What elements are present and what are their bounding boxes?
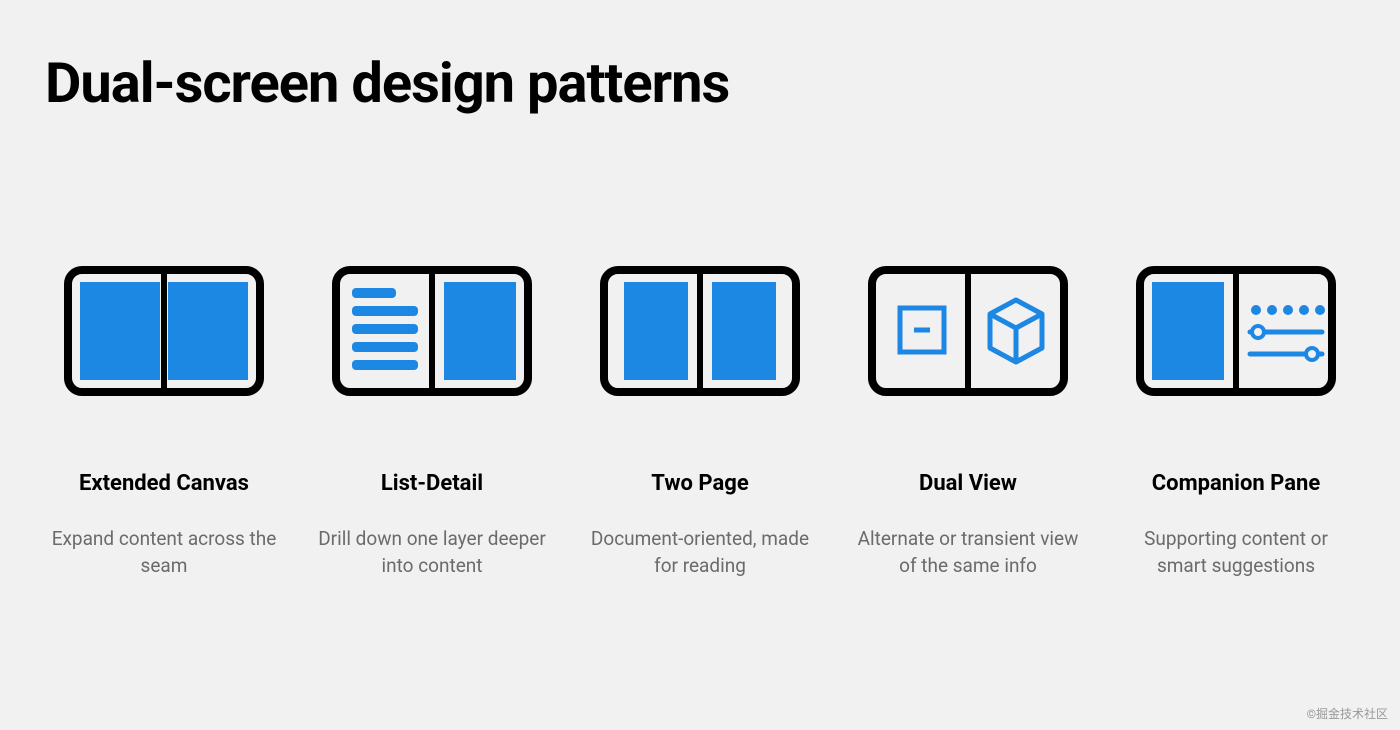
pattern-extended-canvas: Extended Canvas Expand content across th…: [45, 266, 283, 579]
companion-pane-icon: [1136, 266, 1336, 396]
two-page-icon: [600, 266, 800, 396]
pattern-description: Supporting content or smart suggestions: [1117, 526, 1355, 579]
pattern-title: Dual View: [919, 471, 1017, 496]
pattern-dual-view: Dual View Alternate or transient view of…: [849, 266, 1087, 579]
patterns-row: Extended Canvas Expand content across th…: [45, 266, 1355, 579]
list-detail-icon: [332, 266, 532, 396]
pattern-title: Companion Pane: [1152, 471, 1320, 496]
pattern-title: List-Detail: [381, 471, 483, 496]
pattern-title: Two Page: [651, 471, 748, 496]
pattern-description: Document-oriented, made for reading: [581, 526, 819, 579]
pattern-two-page: Two Page Document-oriented, made for rea…: [581, 266, 819, 579]
pattern-description: Drill down one layer deeper into content: [313, 526, 551, 579]
pattern-companion-pane: Companion Pane Supporting content or sma…: [1117, 266, 1355, 579]
pattern-description: Alternate or transient view of the same …: [849, 526, 1087, 579]
pattern-list-detail: List-Detail Drill down one layer deeper …: [313, 266, 551, 579]
extended-canvas-icon: [64, 266, 264, 396]
dual-view-icon: [868, 266, 1068, 396]
watermark: ©掘金技术社区: [1307, 705, 1388, 722]
page-title: Dual-screen design patterns: [45, 50, 1355, 116]
pattern-title: Extended Canvas: [79, 471, 249, 496]
pattern-description: Expand content across the seam: [45, 526, 283, 579]
